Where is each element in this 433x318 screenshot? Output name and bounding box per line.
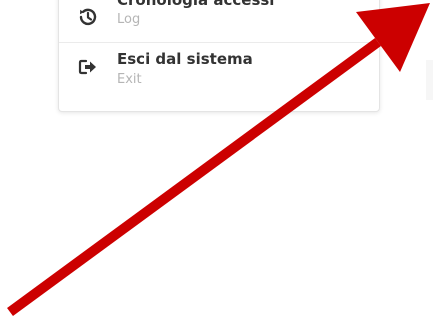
menu-item-exit[interactable]: Esci dal sistema Exit (59, 42, 379, 103)
menu-item-subtitle: Log (117, 12, 141, 27)
history-icon (77, 6, 99, 28)
menu-item-title: Cronologia accessi (117, 0, 275, 9)
cropped-panel-edge (426, 60, 433, 100)
menu-item-title: Esci dal sistema (117, 50, 253, 68)
logout-icon (77, 56, 99, 78)
user-dropdown-menu: Cronologia accessi Log Esci dal sistema … (58, 0, 380, 112)
menu-item-subtitle: Exit (117, 72, 142, 87)
